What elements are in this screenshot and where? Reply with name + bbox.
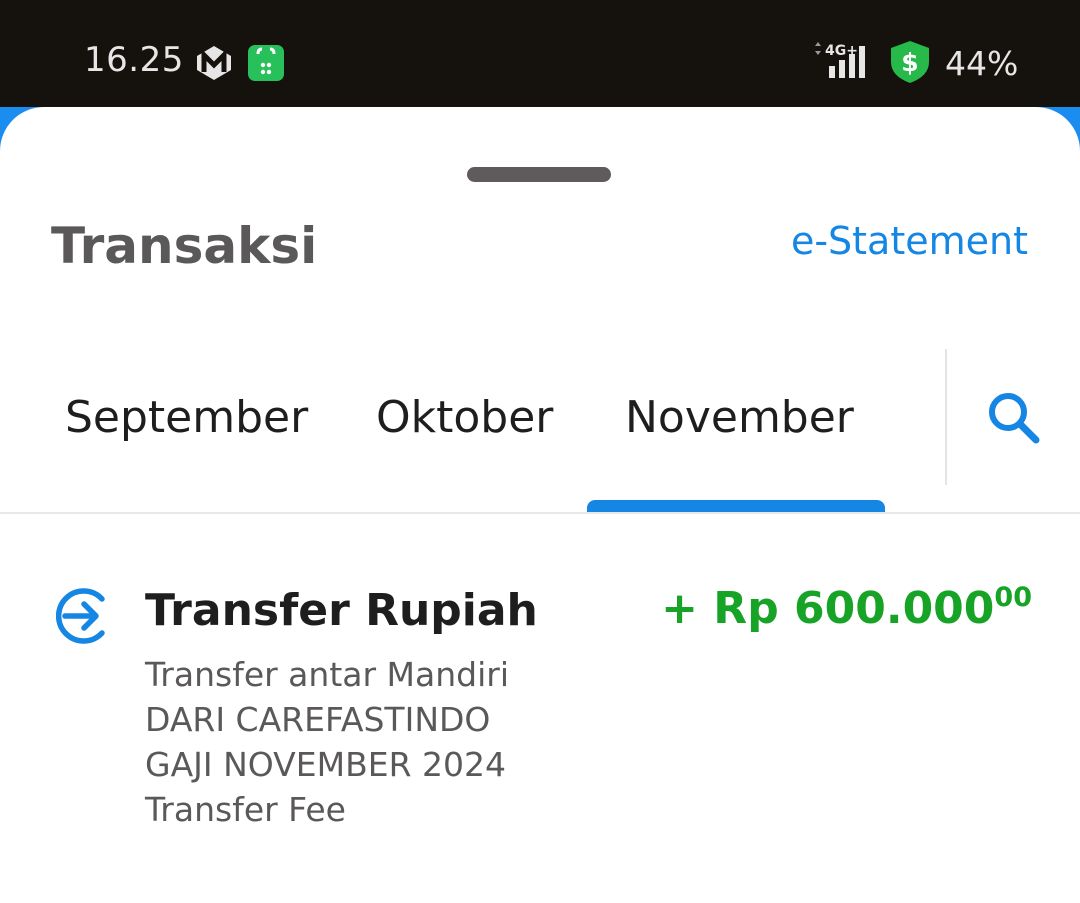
amount-cents: 00 xyxy=(994,582,1032,613)
shopping-bag-icon xyxy=(248,45,284,81)
transaction-title: Transfer Rupiah xyxy=(145,585,538,636)
page-title: Transaksi xyxy=(51,217,318,275)
drag-handle[interactable] xyxy=(467,167,611,182)
search-icon[interactable] xyxy=(986,390,1042,446)
status-bar: 16.25 4G+ $ 44% xyxy=(0,0,1080,107)
amount-value: + Rp 600.000 xyxy=(661,583,995,634)
shield-dollar-icon: $ xyxy=(891,41,929,83)
active-tab-indicator xyxy=(587,500,885,512)
status-time: 16.25 xyxy=(84,40,184,80)
m-app-icon xyxy=(197,46,231,80)
transfer-in-icon xyxy=(56,588,105,644)
transaction-detail: Transfer Fee xyxy=(145,790,346,829)
tabs-baseline xyxy=(0,512,1080,514)
tab-divider xyxy=(945,349,947,485)
svg-text:$: $ xyxy=(901,48,918,77)
tab-oktober[interactable]: Oktober xyxy=(376,392,553,443)
tab-september[interactable]: September xyxy=(65,392,308,443)
tab-november[interactable]: November xyxy=(625,392,854,443)
battery-level: 44% xyxy=(945,44,1019,83)
transaction-detail: DARI CAREFASTINDO xyxy=(145,700,491,739)
transaction-amount: + Rp 600.00000 xyxy=(661,582,1032,634)
transaction-detail: GAJI NOVEMBER 2024 xyxy=(145,745,506,784)
transaction-detail: Transfer antar Mandiri xyxy=(145,655,509,694)
signal-icon: 4G+ xyxy=(815,42,865,78)
e-statement-link[interactable]: e-Statement xyxy=(791,219,1028,263)
transactions-sheet: Transaksi e-Statement September Oktober … xyxy=(0,107,1080,903)
